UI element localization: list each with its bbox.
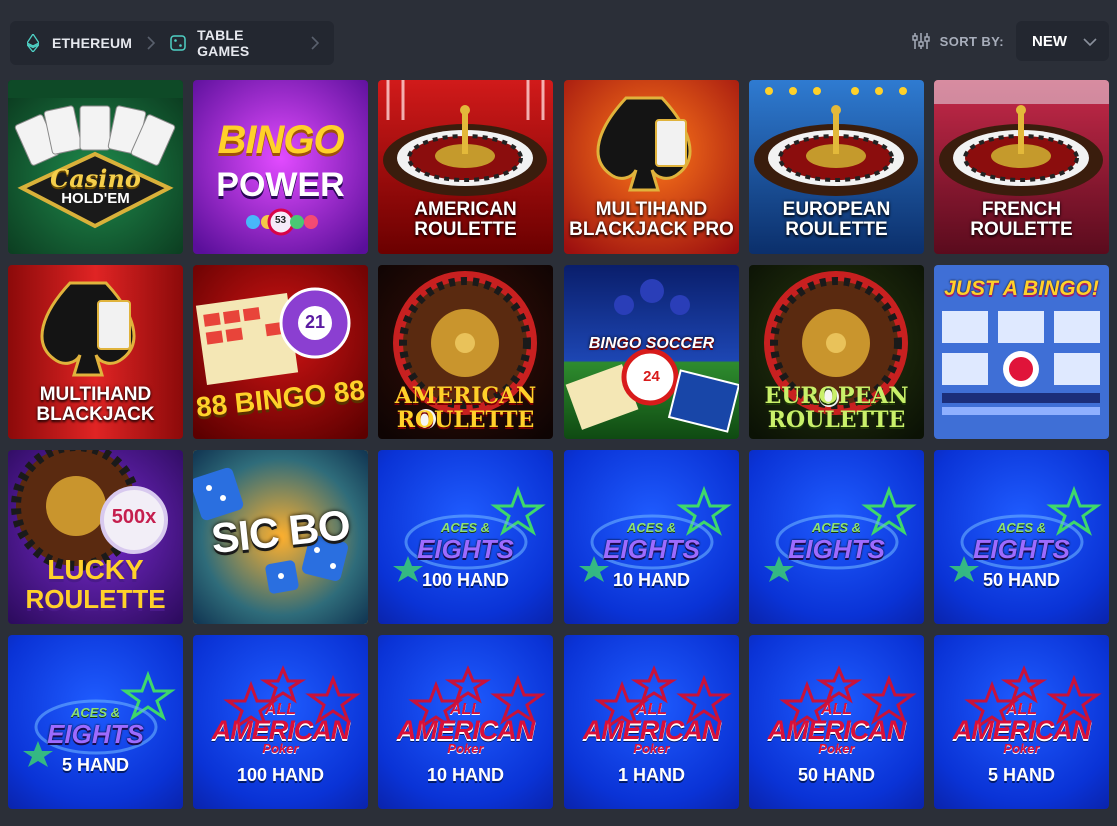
game-title: JUST A BINGO!: [944, 277, 1099, 300]
sort-label: SORT BY:: [939, 33, 1004, 49]
bingo-ball-number: 24: [643, 368, 660, 385]
game-subtitle: ROULETTE: [396, 407, 535, 433]
game-tile-bingo-soccer[interactable]: BINGO SOCCER 24: [564, 265, 739, 439]
brand-line: ACES &: [440, 520, 491, 535]
game-title: Casino: [50, 164, 141, 193]
game-title: EUROPEAN ROULETTE: [782, 199, 891, 240]
hand-count: 10 HAND: [426, 765, 505, 785]
game-title: AMERICAN ROULETTE: [414, 199, 517, 240]
game-tile-aces-eights-100[interactable]: ACES & EIGHTS 100 HAND: [378, 450, 553, 624]
hand-count: 100 HAND: [236, 765, 325, 785]
bingo-ball-number: 53: [274, 215, 287, 226]
game-title: BINGO SOCCER: [588, 335, 715, 352]
game-tile-american-roulette-alt[interactable]: AMERICAN ROULETTE: [378, 265, 553, 439]
hand-count: 50 HAND: [797, 765, 876, 785]
game-tile-american-roulette[interactable]: AMERICAN ROULETTE: [378, 80, 553, 254]
game-tile-aces-eights-50[interactable]: ACES & EIGHTS 50 HAND: [934, 450, 1109, 624]
chevron-right-icon: [144, 36, 158, 50]
breadcrumb: ETHEREUM TABLE GAMES: [10, 21, 334, 65]
ethereum-icon: [24, 34, 42, 52]
game-title: EUROPEAN: [764, 383, 909, 409]
game-tile-all-american-1[interactable]: ALL AMERICAN Poker 1 HAND: [564, 635, 739, 809]
chevron-right-icon: [308, 36, 322, 50]
brand-line: Poker: [262, 741, 299, 756]
hand-count: 5 HAND: [61, 755, 129, 775]
game-title: MULTIHAND BLACKJACK PRO: [569, 199, 734, 240]
hand-count: 1 HAND: [617, 765, 685, 785]
sort-dropdown[interactable]: NEW: [1016, 21, 1109, 61]
brand-line: EIGHTS: [47, 719, 144, 749]
sort-control: SORT BY: NEW: [911, 21, 1109, 61]
sliders-icon: [911, 31, 932, 51]
game-tile-just-a-bingo[interactable]: JUST A BINGO!: [934, 265, 1109, 439]
top-bar: ETHEREUM TABLE GAMES SORT BY: NEW: [0, 0, 1117, 80]
game-tile-all-american-5[interactable]: ALL AMERICAN Poker 5 HAND: [934, 635, 1109, 809]
game-subtitle: ROULETTE: [25, 584, 166, 614]
hand-count: 100 HAND: [421, 570, 510, 590]
bingo-ball-number: 21: [304, 312, 326, 332]
brand-line: EIGHTS: [603, 534, 700, 564]
brand-line: EIGHTS: [417, 534, 514, 564]
brand-line: Poker: [633, 741, 670, 756]
breadcrumb-item-table-games[interactable]: TABLE GAMES: [170, 27, 297, 59]
game-tile-all-american-100[interactable]: ALL AMERICAN Poker 100 HAND: [193, 635, 368, 809]
game-tile-multihand-blackjack[interactable]: MULTIHAND BLACKJACK: [8, 265, 183, 439]
game-tile-french-roulette[interactable]: FRENCH ROULETTE: [934, 80, 1109, 254]
chevron-down-icon: [1083, 34, 1097, 51]
brand-line: EIGHTS: [788, 534, 885, 564]
brand-line: ACES &: [811, 520, 862, 535]
game-title: MULTIHAND BLACKJACK: [36, 384, 155, 425]
game-tile-all-american-10[interactable]: ALL AMERICAN Poker 10 HAND: [378, 635, 553, 809]
game-tile-european-roulette-alt[interactable]: EUROPEAN ROULETTE: [749, 265, 924, 439]
game-title: AMERICAN: [394, 383, 537, 409]
game-title: FRENCH ROULETTE: [970, 199, 1073, 240]
game-tile-bingo-power[interactable]: BINGO POWER 53: [193, 80, 368, 254]
brand-line: ACES &: [626, 520, 677, 535]
brand-line: Poker: [447, 741, 484, 756]
game-tile-all-american-50[interactable]: ALL AMERICAN Poker 50 HAND: [749, 635, 924, 809]
dice-icon: [170, 34, 187, 52]
game-subtitle: ROULETTE: [767, 407, 906, 433]
brand-line: EIGHTS: [973, 534, 1070, 564]
hand-count: 5 HAND: [987, 765, 1055, 785]
brand-line: ACES &: [70, 705, 121, 720]
hand-count: 10 HAND: [612, 570, 691, 590]
breadcrumb-label: TABLE GAMES: [197, 27, 250, 59]
game-tile-aces-eights-5[interactable]: ACES & EIGHTS 5 HAND: [8, 635, 183, 809]
game-tile-casino-holdem[interactable]: Casino HOLD'EM: [8, 80, 183, 254]
brand-line: Poker: [1003, 741, 1040, 756]
game-tile-lucky-roulette[interactable]: 500x LUCKY ROULETTE: [8, 450, 183, 624]
hand-count: 50 HAND: [982, 570, 1061, 590]
sort-selected-value: NEW: [1032, 32, 1067, 50]
breadcrumb-label: ETHEREUM: [52, 35, 133, 51]
game-title: LUCKY: [47, 554, 144, 585]
breadcrumb-item-ethereum[interactable]: ETHEREUM: [24, 34, 132, 52]
game-title: BINGO: [217, 118, 344, 162]
game-subtitle: POWER: [216, 166, 345, 204]
multiplier-badge: 500x: [111, 506, 157, 528]
game-subtitle: HOLD'EM: [61, 190, 130, 207]
game-tile-sic-bo[interactable]: SIC BO: [193, 450, 368, 624]
game-tile-88-bingo-88[interactable]: 21 88 BINGO 88: [193, 265, 368, 439]
game-tile-aces-eights-1[interactable]: ACES & EIGHTS: [749, 450, 924, 624]
game-tile-multihand-blackjack-pro[interactable]: MULTIHAND BLACKJACK PRO: [564, 80, 739, 254]
game-tile-european-roulette[interactable]: EUROPEAN ROULETTE: [749, 80, 924, 254]
brand-line: ACES &: [996, 520, 1047, 535]
game-tile-aces-eights-10[interactable]: ACES & EIGHTS 10 HAND: [564, 450, 739, 624]
brand-line: Poker: [818, 741, 855, 756]
